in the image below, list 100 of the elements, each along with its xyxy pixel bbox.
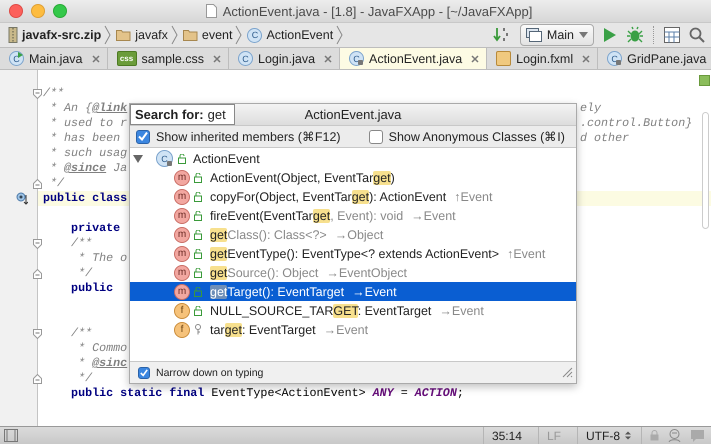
code-text: * Commo: [77, 341, 128, 355]
close-icon[interactable]: [213, 54, 222, 62]
code-text: */: [49, 176, 64, 190]
breadcrumb[interactable]: ActionEvent: [266, 28, 334, 42]
member-origin: →Event: [439, 304, 484, 318]
checkbox-label[interactable]: Show Anonymous Classes (⌘I): [388, 129, 565, 144]
member-signature: ActionEvent(Object, EventTarget): [210, 170, 395, 184]
archive-icon: [8, 27, 18, 43]
fold-icon[interactable]: [33, 374, 42, 384]
editor-tab[interactable]: css sample.css: [108, 48, 230, 69]
checkbox[interactable]: [138, 366, 150, 378]
popup-title: ActionEvent.java: [304, 107, 402, 122]
code-text: .control.Button}: [580, 116, 692, 131]
close-icon[interactable]: [92, 54, 100, 62]
implemented-marker-icon[interactable]: [16, 192, 28, 205]
member-origin: →Event: [352, 284, 397, 298]
member-row[interactable]: m getEventType(): EventType<? extends ActionEvent> ↑Event: [130, 244, 576, 263]
member-row[interactable]: m getClass(): Class<?> →Object: [130, 225, 576, 244]
field-icon: f: [174, 302, 190, 318]
close-icon[interactable]: [582, 54, 590, 62]
fold-icon[interactable]: [33, 328, 42, 338]
scrollbar[interactable]: [702, 112, 709, 229]
member-row[interactable]: m getSource(): Object →EventObject: [130, 263, 576, 282]
breadcrumb[interactable]: event: [202, 28, 232, 42]
file-icon: css: [116, 51, 136, 66]
member-signature: getEventType(): EventType<? extends ActionEvent>: [210, 246, 500, 260]
checkbox[interactable]: [368, 130, 383, 144]
field-icon: f: [174, 322, 190, 338]
code-text: /**: [43, 86, 64, 100]
document-icon: [206, 4, 217, 18]
close-icon[interactable]: [324, 54, 332, 62]
zoom-button[interactable]: [53, 4, 67, 18]
expand-triangle-icon[interactable]: [133, 154, 143, 162]
member-row[interactable]: m fireEvent(EventTarget, Event): void →Event: [130, 206, 576, 225]
method-icon: m: [174, 208, 190, 224]
breadcrumb[interactable]: javafx: [135, 28, 168, 42]
sort-icon[interactable]: [492, 27, 511, 43]
fold-icon[interactable]: [33, 268, 42, 278]
code-text: public: [70, 281, 114, 295]
member-origin: →EventObject: [326, 266, 407, 280]
breadcrumb[interactable]: javafx-src.zip: [22, 28, 102, 42]
method-icon: m: [174, 226, 190, 242]
member-row[interactable]: f NULL_SOURCE_TARGET: EventTarget →Event: [130, 301, 576, 320]
code-text: * The o: [77, 251, 128, 265]
folder-icon: [182, 29, 198, 41]
encoding-selector[interactable]: UTF-8: [577, 427, 642, 444]
window-title: ActionEvent.java - [1.8] - JavaFXApp - [~/JavaFXApp]: [222, 4, 532, 18]
code-text: * @sinc: [77, 356, 128, 370]
member-origin: →Event: [324, 322, 368, 336]
code-text: d other: [580, 131, 630, 146]
code-text: * @since Ja: [49, 161, 128, 175]
lock-icon: [178, 154, 186, 164]
search-icon[interactable]: [689, 27, 705, 43]
member-origin: ↑Event: [507, 246, 546, 260]
member-signature: NULL_SOURCE_TARGET: EventTarget: [210, 304, 432, 318]
close-icon[interactable]: [471, 54, 480, 62]
member-row[interactable]: f target: EventTarget →Event: [130, 320, 576, 339]
chevron-icon: [170, 25, 178, 45]
member-origin: →Object: [334, 228, 384, 242]
code-text: */: [77, 266, 92, 280]
minimize-button[interactable]: [31, 4, 45, 18]
run-configuration-dropdown[interactable]: Main: [520, 24, 594, 46]
member-signature: getClass(): Class<?>: [210, 228, 327, 242]
member-row[interactable]: m copyFor(Object, EventTarget): ActionEvent ↑Event: [130, 187, 576, 206]
up-down-arrows-icon: [625, 431, 631, 440]
member-origin: →Event: [411, 208, 456, 222]
code-text: public class: [43, 191, 128, 205]
code-text: ely: [580, 101, 602, 116]
file-icon: C: [238, 51, 254, 66]
code-text: * has been: [49, 131, 120, 146]
member-origin: ↑Event: [454, 190, 492, 204]
code-text: * used to r: [49, 116, 128, 131]
member-signature: getSource(): Object: [210, 266, 318, 280]
checkbox-label[interactable]: Show inherited members (⌘F12): [156, 129, 341, 144]
member-row[interactable]: m ActionEvent(Object, EventTarget): [130, 168, 576, 187]
bug-icon[interactable]: [626, 26, 644, 44]
window-icon: [526, 28, 542, 42]
fold-icon[interactable]: [33, 238, 42, 248]
panel-toggle-icon[interactable]: [4, 429, 18, 442]
run-icon[interactable]: [603, 27, 617, 43]
inspector-icon[interactable]: [667, 428, 682, 443]
close-button[interactable]: [9, 4, 23, 18]
method-icon: m: [174, 170, 190, 186]
resize-grip-icon[interactable]: [562, 367, 573, 378]
chevron-icon: [336, 25, 344, 45]
search-field[interactable]: Search for: get: [130, 104, 235, 125]
fold-icon[interactable]: [33, 178, 42, 188]
caret-icon: [579, 32, 588, 38]
tree-row[interactable]: C ActionEvent: [130, 149, 576, 168]
structure-icon[interactable]: [664, 27, 680, 43]
code-text: * An {@link: [49, 101, 128, 116]
method-icon: m: [174, 284, 190, 300]
code-text: /**: [70, 326, 92, 340]
checkbox[interactable]: [136, 130, 150, 144]
fold-icon[interactable]: [33, 88, 42, 98]
member-signature: copyFor(Object, EventTarget): ActionEvent: [210, 190, 446, 204]
cursor-position[interactable]: 35:14: [482, 427, 530, 444]
checkbox-label[interactable]: Narrow down on typing: [156, 366, 264, 378]
method-icon: m: [174, 246, 190, 262]
chevron-icon: [104, 25, 112, 45]
